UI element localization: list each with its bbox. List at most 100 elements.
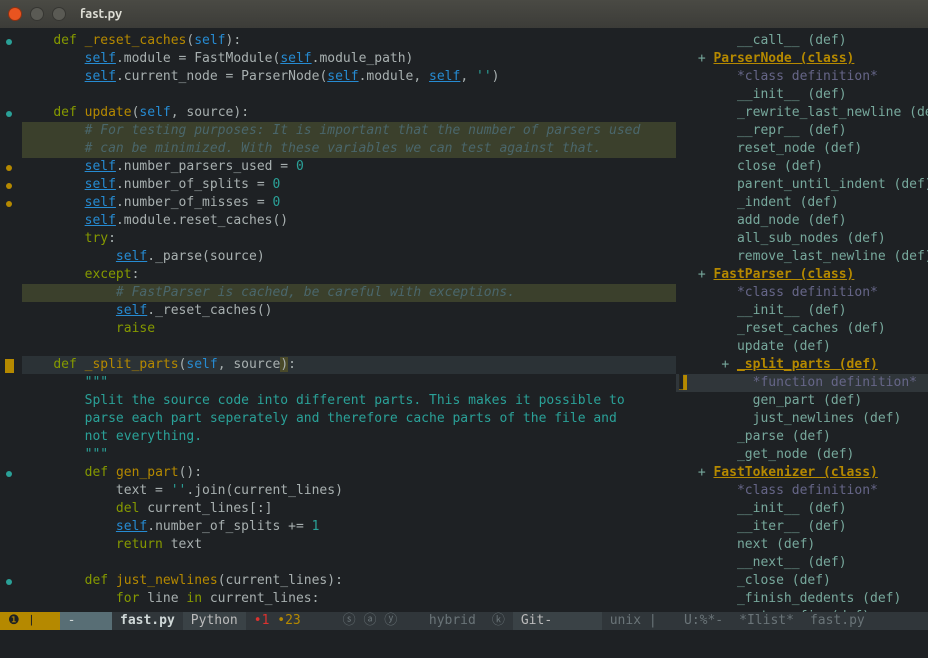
gutter-mark bbox=[0, 339, 18, 357]
gutter-mark bbox=[0, 177, 18, 195]
status-flycheck[interactable]: ❶ ❘ ❶ bbox=[0, 612, 60, 630]
outline-item[interactable]: __init__ (def) bbox=[676, 500, 928, 518]
gutter-mark bbox=[0, 51, 18, 69]
status-right-mode: *Ilist* bbox=[731, 612, 802, 630]
status-vcs: - 22k bbox=[60, 612, 112, 630]
outline-item[interactable]: _get_node (def) bbox=[676, 446, 928, 464]
outline-item[interactable]: add_node (def) bbox=[676, 212, 928, 230]
status-k-icon: ⓚ bbox=[484, 612, 513, 630]
status-count-error: •1 bbox=[254, 613, 270, 628]
outline-item[interactable]: gen_part (def) bbox=[676, 392, 928, 410]
outline-item[interactable]: _close (def) bbox=[676, 572, 928, 590]
code-line[interactable]: def gen_part(): bbox=[22, 464, 676, 482]
outline-item[interactable]: __repr__ (def) bbox=[676, 122, 928, 140]
outline-item[interactable]: remove_last_newline (def) bbox=[676, 248, 928, 266]
code-line[interactable]: self._parse(source) bbox=[22, 248, 676, 266]
gutter-mark bbox=[0, 195, 18, 213]
editor-pane[interactable]: def _reset_caches(self): self.module = F… bbox=[0, 28, 676, 612]
gutter-mark bbox=[0, 573, 18, 591]
outline-item[interactable]: _parse (def) bbox=[676, 428, 928, 446]
outline-item[interactable]: _rewrite_last_newline (def) bbox=[676, 104, 928, 122]
code-line[interactable]: # FastParser is cached, be careful with … bbox=[22, 284, 676, 302]
window-minimize-icon[interactable] bbox=[30, 7, 44, 21]
outline-item[interactable]: update (def) bbox=[676, 338, 928, 356]
outline-item[interactable]: + ParserNode (class) bbox=[676, 50, 928, 68]
code-line[interactable]: try: bbox=[22, 230, 676, 248]
code-line[interactable]: # For testing purposes: It is important … bbox=[22, 122, 676, 140]
code-line[interactable]: self.number_of_misses = 0 bbox=[22, 194, 676, 212]
minibuffer[interactable] bbox=[0, 630, 928, 658]
window-maximize-icon[interactable] bbox=[52, 7, 66, 21]
status-right-pos: U:%*- bbox=[676, 612, 731, 630]
outline-item[interactable]: __init__ (def) bbox=[676, 302, 928, 320]
outline-pane[interactable]: __call__ (def) + ParserNode (class) *cla… bbox=[676, 28, 928, 612]
code-line[interactable] bbox=[22, 86, 676, 104]
statusbar-right: U:%*- *Ilist* fast.py bbox=[676, 612, 928, 630]
gutter-mark bbox=[0, 285, 18, 303]
window-title: fast.py bbox=[80, 7, 122, 21]
code-line[interactable] bbox=[22, 338, 676, 356]
code-line[interactable]: self.number_parsers_used = 0 bbox=[22, 158, 676, 176]
outline-item[interactable]: _finish_dedents (def) bbox=[676, 590, 928, 608]
outline-item[interactable]: parent_until_indent (def) bbox=[676, 176, 928, 194]
code-line[interactable]: return text bbox=[22, 536, 676, 554]
code-line[interactable]: self.number_of_splits = 0 bbox=[22, 176, 676, 194]
code-line[interactable]: """ bbox=[22, 446, 676, 464]
code-line[interactable]: """ bbox=[22, 374, 676, 392]
code-line[interactable]: Split the source code into different par… bbox=[22, 392, 676, 410]
code-line[interactable]: except: bbox=[22, 266, 676, 284]
outline-item[interactable]: __init__ (def) bbox=[676, 86, 928, 104]
outline-item[interactable]: __iter__ (def) bbox=[676, 518, 928, 536]
gutter-mark bbox=[0, 69, 18, 87]
code-line[interactable]: not everything. bbox=[22, 428, 676, 446]
code-line[interactable]: def _split_parts(self, source): bbox=[22, 356, 676, 374]
code-line[interactable]: self.module = FastModule(self.module_pat… bbox=[22, 50, 676, 68]
outline-item[interactable]: __next__ (def) bbox=[676, 554, 928, 572]
outline-item[interactable]: + FastParser (class) bbox=[676, 266, 928, 284]
window-close-icon[interactable] bbox=[8, 7, 22, 21]
code-line[interactable]: del current_lines[:] bbox=[22, 500, 676, 518]
status-count-warn: •23 bbox=[277, 613, 300, 628]
outline-item[interactable]: *class definition* bbox=[676, 482, 928, 500]
code-line[interactable]: raise bbox=[22, 320, 676, 338]
gutter-mark bbox=[0, 303, 18, 321]
outline-item[interactable]: *class definition* bbox=[676, 68, 928, 86]
outline-item[interactable]: ▌ *function definition* bbox=[676, 374, 928, 392]
code-line[interactable]: self._reset_caches() bbox=[22, 302, 676, 320]
outline-item[interactable]: + _split_parts (def) bbox=[676, 356, 928, 374]
status-theme: hybrid bbox=[421, 612, 484, 630]
gutter-mark bbox=[0, 411, 18, 429]
code-line[interactable]: def just_newlines(current_lines): bbox=[22, 572, 676, 590]
code-line[interactable]: parse each part seperately and therefore… bbox=[22, 410, 676, 428]
code-line[interactable]: # can be minimized. With these variables… bbox=[22, 140, 676, 158]
outline-item[interactable]: close (def) bbox=[676, 158, 928, 176]
code-line[interactable]: def _reset_caches(self): bbox=[22, 32, 676, 50]
outline-item[interactable]: __call__ (def) bbox=[676, 32, 928, 50]
gutter-mark bbox=[0, 213, 18, 231]
gutter-mark bbox=[0, 429, 18, 447]
outline-item[interactable]: _indent (def) bbox=[676, 194, 928, 212]
gutter-mark bbox=[0, 393, 18, 411]
outline-item[interactable]: just_newlines (def) bbox=[676, 410, 928, 428]
code-line[interactable]: self.number_of_splits += 1 bbox=[22, 518, 676, 536]
code-line[interactable]: def update(self, source): bbox=[22, 104, 676, 122]
code-body[interactable]: def _reset_caches(self): self.module = F… bbox=[18, 32, 676, 612]
content-area: def _reset_caches(self): self.module = F… bbox=[0, 28, 928, 612]
gutter-mark bbox=[0, 519, 18, 537]
gutter-mark bbox=[0, 375, 18, 393]
gutter-mark bbox=[0, 33, 18, 51]
code-line[interactable]: self.module.reset_caches() bbox=[22, 212, 676, 230]
outline-item[interactable]: _reset_caches (def) bbox=[676, 320, 928, 338]
outline-item[interactable]: *class definition* bbox=[676, 284, 928, 302]
outline-item[interactable]: reset_node (def) bbox=[676, 140, 928, 158]
statusbar-left: ❶ ❘ ❶ - 22k fast.py Python •1 •23 •46 ⓢ … bbox=[0, 612, 676, 630]
outline-item[interactable]: all_sub_nodes (def) bbox=[676, 230, 928, 248]
code-line[interactable]: text = ''.join(current_lines) bbox=[22, 482, 676, 500]
code-line[interactable]: self.current_node = ParserNode(self.modu… bbox=[22, 68, 676, 86]
code-line[interactable] bbox=[22, 554, 676, 572]
titlebar: fast.py bbox=[0, 0, 928, 28]
code-line[interactable]: for line in current_lines: bbox=[22, 590, 676, 608]
outline-item[interactable]: + FastTokenizer (class) bbox=[676, 464, 928, 482]
outline-item[interactable]: next (def) bbox=[676, 536, 928, 554]
gutter-mark bbox=[0, 321, 18, 339]
